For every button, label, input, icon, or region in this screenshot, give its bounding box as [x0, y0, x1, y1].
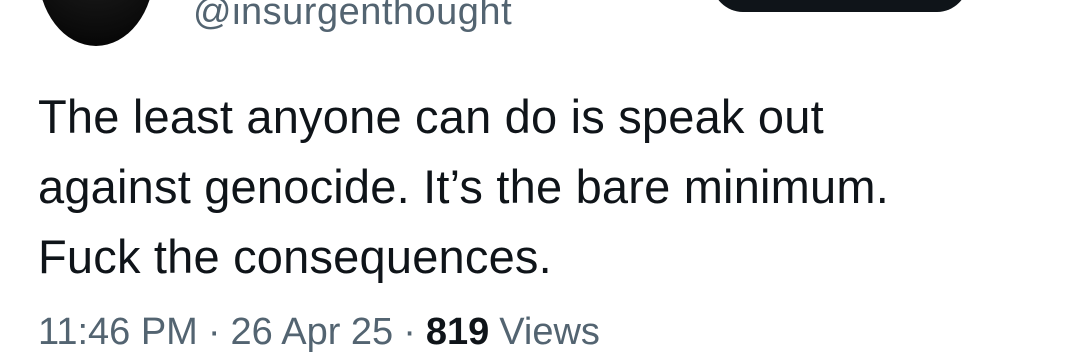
author-handle[interactable]: @insurgenthought	[193, 0, 512, 34]
tweet-date[interactable]: 26 Apr 25	[231, 311, 394, 353]
tweet-text: The least anyone can do is speak out aga…	[38, 90, 889, 283]
avatar[interactable]	[38, 0, 154, 46]
meta-separator: ·	[403, 311, 416, 353]
views-count: 819	[425, 311, 490, 353]
tweet-card: @insurgenthought The least anyone can do…	[0, 0, 1080, 360]
views-label: Views	[499, 311, 600, 353]
follow-button[interactable]	[712, 0, 968, 12]
meta-separator: ·	[207, 311, 221, 353]
tweet-meta: 11:46 PM · 26 Apr 25 · 819 Views	[38, 308, 600, 356]
tweet-time[interactable]: 11:46 PM	[38, 311, 198, 353]
